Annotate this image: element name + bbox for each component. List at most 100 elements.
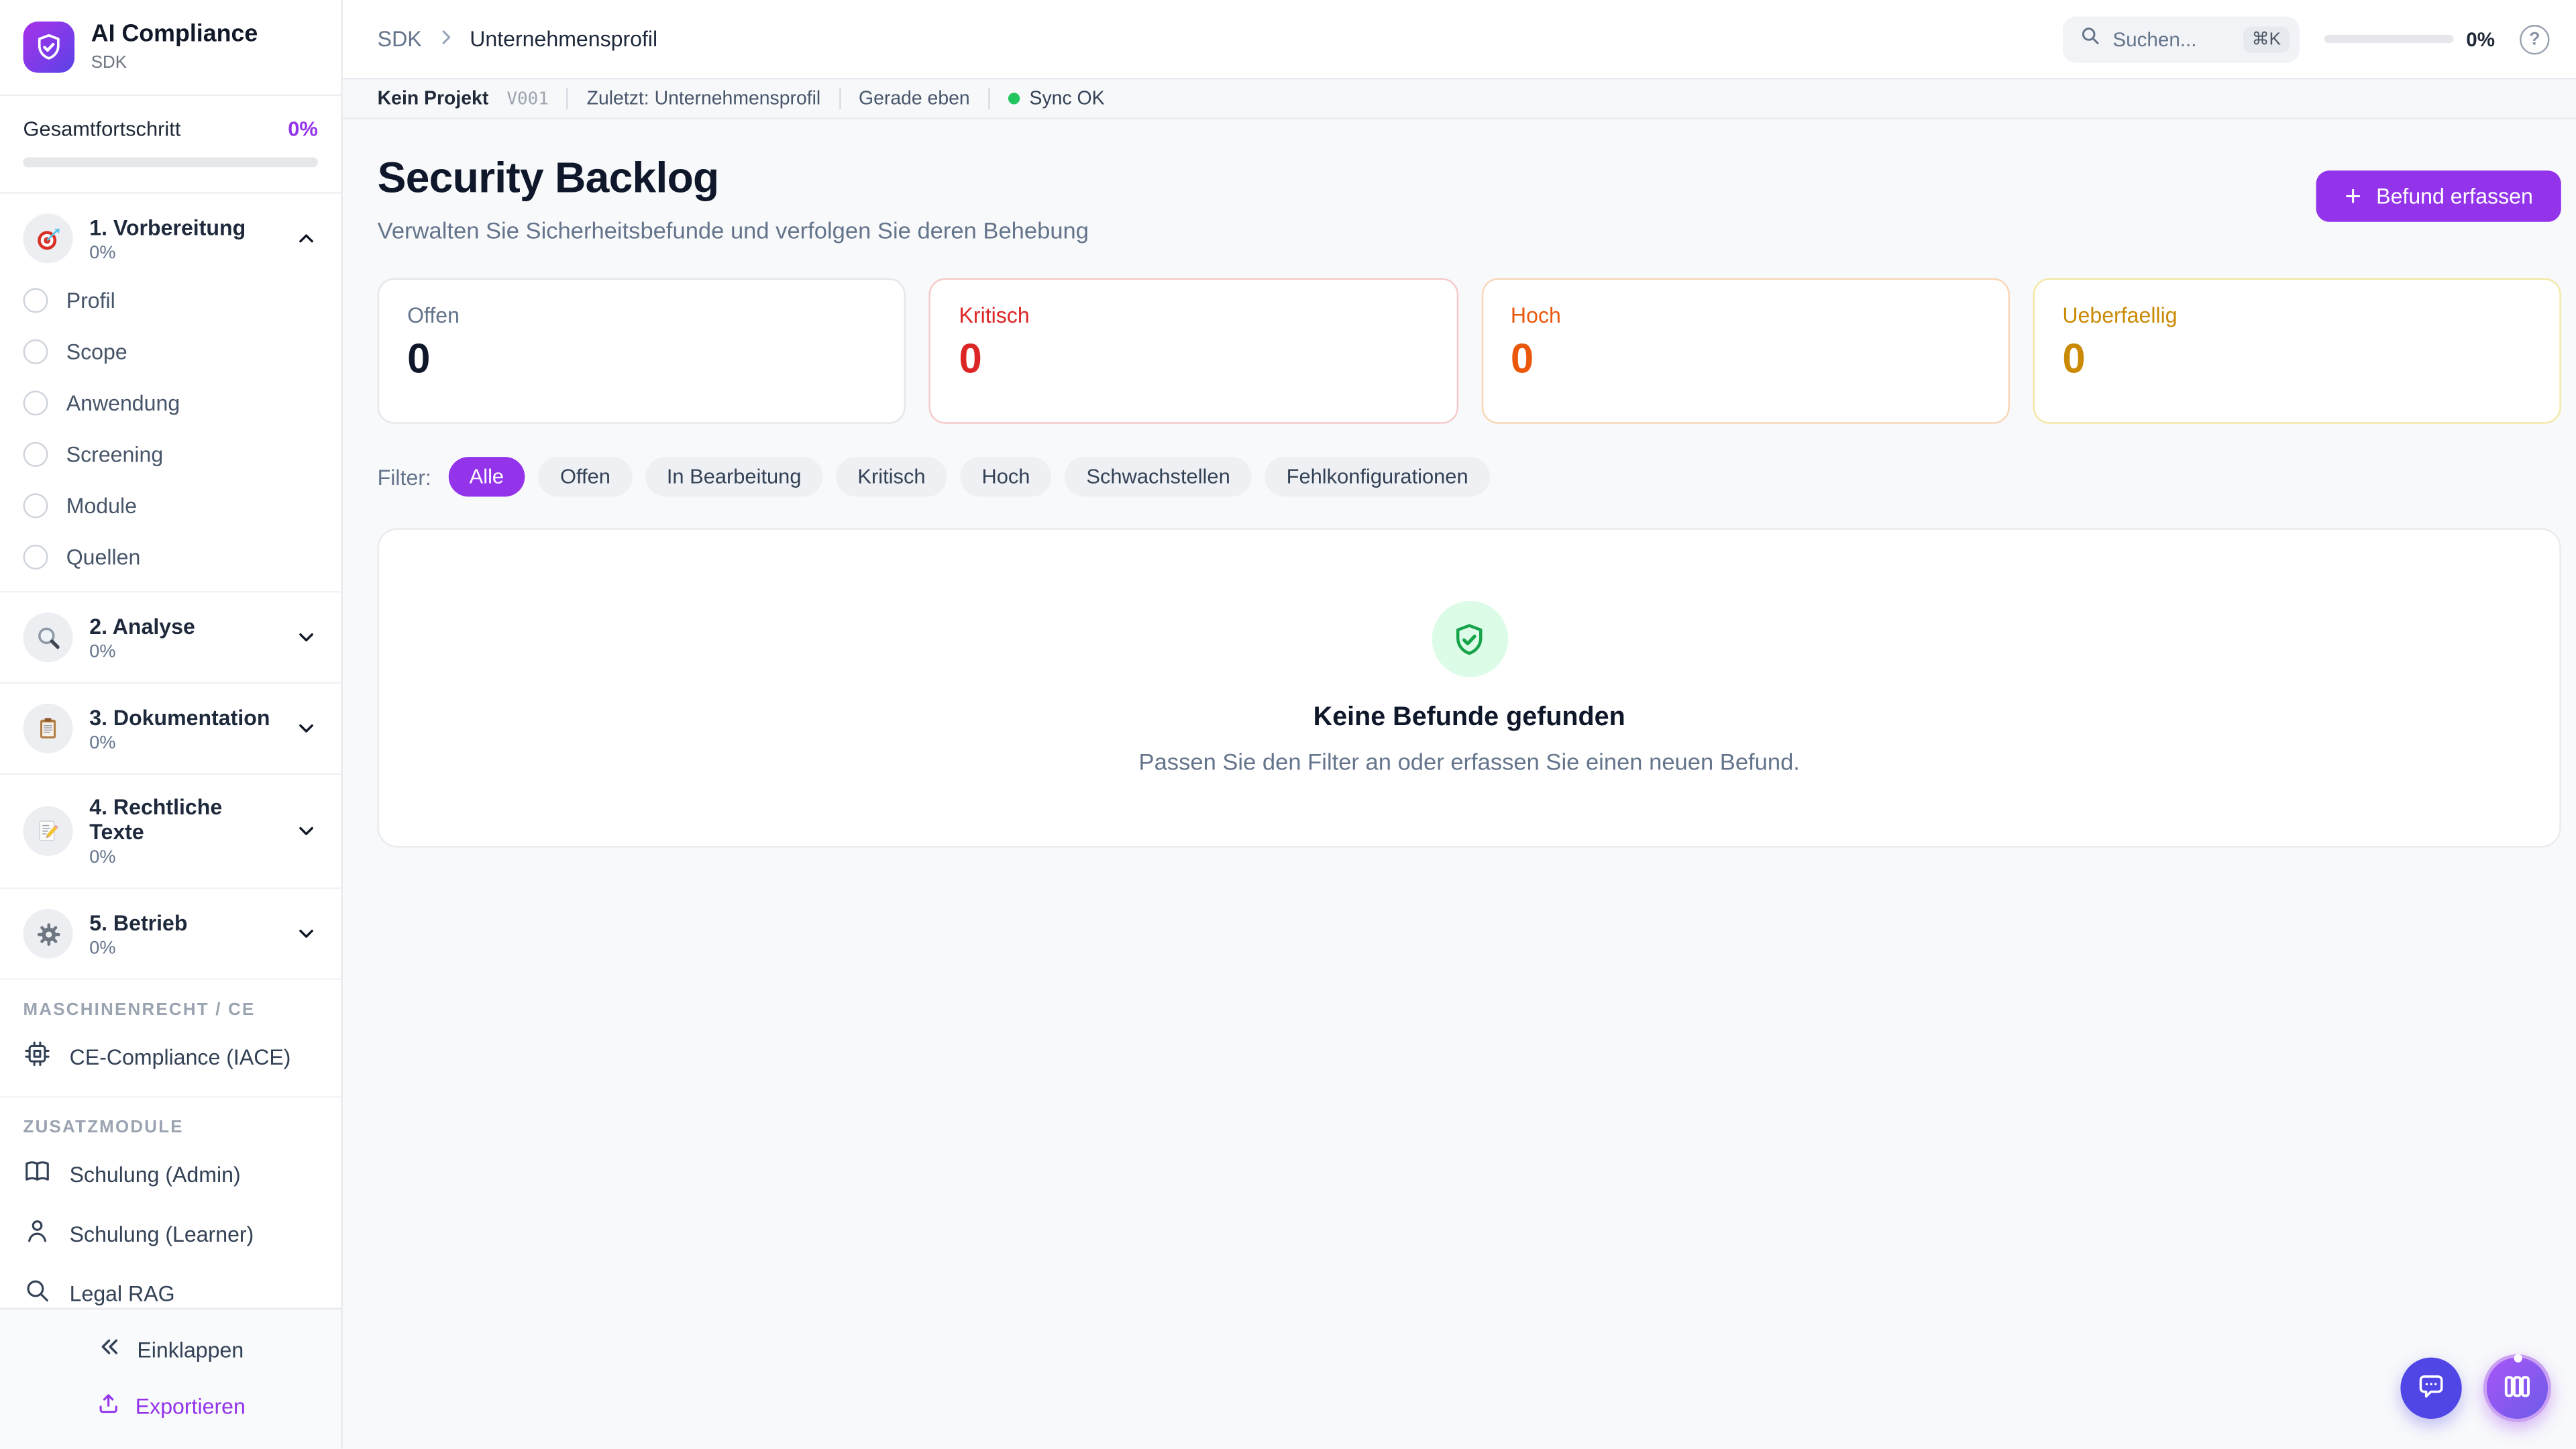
radio-circle-icon (23, 442, 48, 467)
module-item-label: CE-Compliance (IACE) (70, 1044, 291, 1069)
chevron-right-icon (435, 25, 456, 52)
radio-circle-icon (23, 339, 48, 364)
radio-circle-icon (23, 545, 48, 570)
section-title: MASCHINENRECHT / CE (23, 991, 318, 1026)
sidebar-item-screening[interactable]: Screening (0, 429, 341, 480)
page-subtitle: Verwalten Sie Sicherheitsbefunde und ver… (378, 217, 1089, 243)
chevron-down-icon (294, 717, 318, 741)
sidebar-item-ce-compliance[interactable]: CE-Compliance (IACE) (23, 1026, 318, 1086)
sidebar-item-anwendung[interactable]: Anwendung (0, 378, 341, 429)
phase-percent: 0% (89, 733, 278, 753)
project-name: Kein Projekt (378, 89, 489, 109)
search-icon (2080, 24, 2101, 54)
chevron-down-icon (294, 626, 318, 649)
chat-button[interactable] (2400, 1358, 2461, 1419)
module-item-label: Schulung (Admin) (70, 1161, 241, 1186)
empty-state-card: Keine Befunde gefunden Passen Sie den Fi… (378, 528, 2561, 847)
phase-group-rechtliche-texte: 4. Rechtliche Texte 0% (0, 775, 341, 889)
last-edited: Zuletzt: Unternehmensprofil (587, 89, 821, 109)
phase-label: 3. Dokumentation (89, 704, 278, 729)
floating-buttons (2400, 1354, 2551, 1422)
sidebar-item-legal-rag[interactable]: Legal RAG (23, 1263, 318, 1308)
divider (567, 88, 568, 109)
add-finding-button[interactable]: + Befund erfassen (2316, 170, 2561, 222)
filter-chip-fehlkonfigurationen[interactable]: Fehlkonfigurationen (1265, 457, 1490, 496)
plus-icon: + (2345, 181, 2361, 209)
filter-chip-schwachstellen[interactable]: Schwachstellen (1065, 457, 1252, 496)
sidebar-item-dokumentation[interactable]: 3. Dokumentation 0% (0, 692, 341, 765)
collapse-sidebar-button[interactable]: Einklappen (81, 1323, 260, 1376)
stat-card-ueberfaellig: Ueberfaellig 0 (2033, 278, 2561, 424)
stat-value: 0 (1511, 336, 1980, 384)
sub-item-label: Quellen (66, 545, 141, 570)
sidebar-item-quellen[interactable]: Quellen (0, 531, 341, 583)
topbar-right: ⌘K 0% ? (2063, 15, 2549, 62)
search-box[interactable]: ⌘K (2063, 15, 2299, 62)
overall-progress-value: 0% (288, 117, 318, 141)
divider (988, 88, 989, 109)
app-logo-block: AI Compliance SDK (0, 0, 341, 96)
stat-value: 0 (959, 336, 1428, 384)
sidebar-item-analyse[interactable]: 2. Analyse 0% (0, 601, 341, 674)
stat-label: Offen (407, 303, 876, 328)
filter-chip-hoch[interactable]: Hoch (960, 457, 1051, 496)
page-header: Security Backlog Verwalten Sie Sicherhei… (378, 152, 2561, 244)
sidebar-item-rechtliche-texte[interactable]: 4. Rechtliche Texte 0% (0, 783, 341, 879)
keyboard-shortcut-badge: ⌘K (2243, 25, 2289, 52)
section-zusatzmodule: ZUSATZMODULE Schulung (Admin) (0, 1097, 341, 1307)
overall-progress-label: Gesamtfortschritt (23, 117, 181, 141)
filter-chip-kritisch[interactable]: Kritisch (836, 457, 947, 496)
version-badge: V001 (506, 89, 548, 109)
sidebar-item-module[interactable]: Module (0, 480, 341, 532)
upload-icon (96, 1391, 121, 1420)
filter-chip-alle[interactable]: Alle (448, 457, 526, 496)
phase-label: 1. Vorbereitung (89, 215, 278, 239)
sidebar-item-betrieb[interactable]: 5. Betrieb 0% (0, 898, 341, 971)
columns-icon (2502, 1370, 2533, 1406)
phase-percent: 0% (89, 243, 278, 263)
magnifier-icon (23, 612, 73, 662)
topbar: SDK Unternehmensprofil ⌘K (343, 0, 2576, 79)
filter-chip-offen[interactable]: Offen (539, 457, 632, 496)
page-title: Security Backlog (378, 152, 1089, 204)
stat-label: Kritisch (959, 303, 1428, 328)
phase-label: 4. Rechtliche Texte (89, 795, 278, 845)
overall-progress-block: Gesamtfortschritt 0% (0, 96, 341, 194)
search-input[interactable] (2112, 28, 2232, 51)
sidebar-item-scope[interactable]: Scope (0, 326, 341, 378)
radio-circle-icon (23, 288, 48, 313)
sub-item-label: Anwendung (66, 390, 180, 415)
radio-circle-icon (23, 493, 48, 518)
screen: AI Compliance SDK Gesamtfortschritt 0% (0, 0, 2576, 1449)
double-chevron-left-icon (97, 1334, 122, 1364)
empty-state-title: Keine Befunde gefunden (1313, 704, 1625, 733)
export-label: Exportieren (136, 1393, 246, 1418)
phase-group-betrieb: 5. Betrieb 0% (0, 889, 341, 980)
sidebar-item-profil[interactable]: Profil (0, 275, 341, 327)
gear-icon (23, 909, 73, 959)
sub-item-label: Profil (66, 288, 115, 313)
filter-chip-in-bearbeitung[interactable]: In Bearbeitung (645, 457, 823, 496)
phase-group-vorbereitung: 1. Vorbereitung 0% Profil Scope (0, 194, 341, 593)
add-finding-label: Befund erfassen (2376, 184, 2533, 209)
open-book-icon (23, 1157, 52, 1190)
sync-status: Sync OK (1008, 89, 1104, 109)
sidebar-item-schulung-admin[interactable]: Schulung (Admin) (23, 1144, 318, 1203)
chat-bubble-icon (2416, 1370, 2447, 1406)
shield-check-logo-icon (23, 21, 75, 73)
chevron-down-icon (294, 922, 318, 946)
sidebar-item-vorbereitung[interactable]: 1. Vorbereitung 0% (0, 202, 341, 275)
export-button[interactable]: Exportieren (79, 1379, 262, 1432)
board-view-button[interactable] (2483, 1354, 2551, 1422)
shield-check-icon (1431, 601, 1507, 678)
module-item-label: Legal RAG (70, 1281, 175, 1305)
stat-card-offen: Offen 0 (378, 278, 906, 424)
sidebar-nav: 1. Vorbereitung 0% Profil Scope (0, 194, 341, 1308)
breadcrumb: SDK Unternehmensprofil (378, 25, 658, 52)
target-icon (23, 213, 73, 263)
help-button[interactable]: ? (2520, 24, 2549, 54)
sidebar-item-schulung-learner[interactable]: Schulung (Learner) (23, 1203, 318, 1263)
breadcrumb-root[interactable]: SDK (378, 26, 422, 51)
chevron-down-icon (294, 820, 318, 843)
stat-card-hoch: Hoch 0 (1481, 278, 2010, 424)
